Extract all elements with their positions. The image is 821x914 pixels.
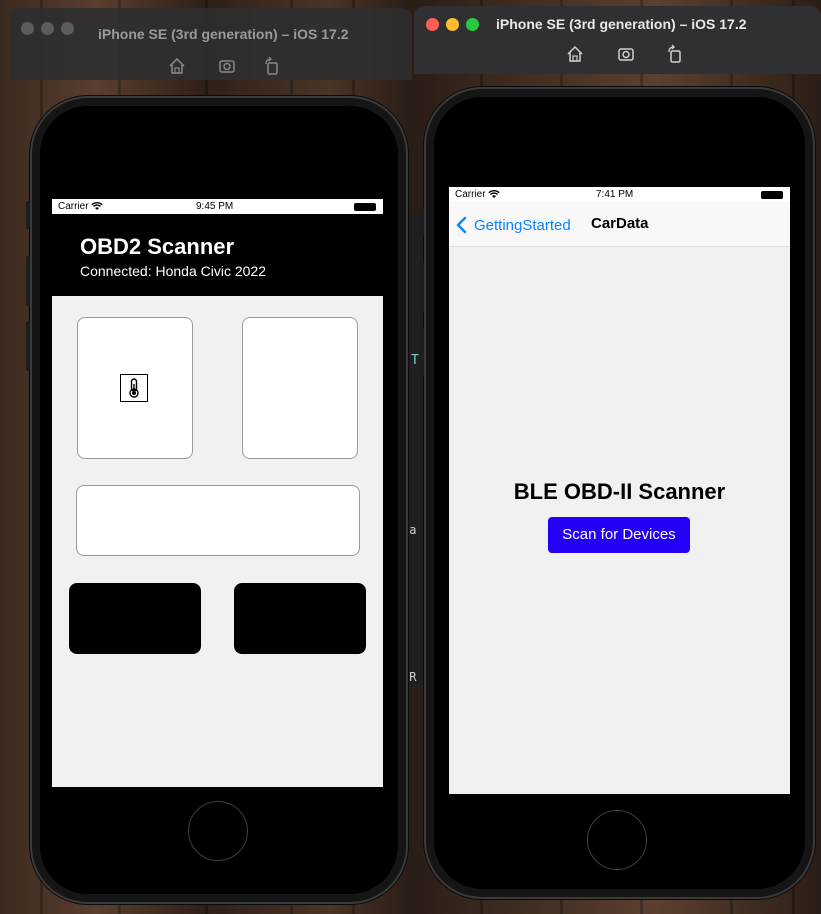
screenshot-icon[interactable] [217, 56, 237, 76]
header: OBD2 Scanner Connected: Honda Civic 2022 [52, 214, 383, 296]
screenshot-icon[interactable] [616, 44, 636, 64]
zoom-window-button[interactable] [466, 18, 479, 31]
close-window-button[interactable] [426, 18, 439, 31]
volume-down-button [26, 321, 30, 371]
status-bar: Carrier 7:41 PM [449, 187, 790, 202]
minimize-window-button[interactable] [41, 22, 54, 35]
zoom-window-button[interactable] [61, 22, 74, 35]
wide-data-panel[interactable] [76, 485, 360, 556]
status-time: 7:41 PM [596, 189, 634, 200]
battery-icon [761, 191, 783, 199]
rotate-icon[interactable] [665, 44, 685, 64]
temperature-tile[interactable] [77, 317, 193, 459]
left-window-titlebar[interactable]: iPhone SE (3rd generation) – iOS 17.2 [10, 8, 412, 80]
home-button[interactable] [587, 810, 647, 870]
thermometer-icon [120, 374, 148, 402]
right-device-frame: Carrier 7:41 PM GettingStarted CarData B… [420, 87, 815, 899]
minimize-window-button[interactable] [446, 18, 459, 31]
battery-icon [354, 203, 376, 211]
volume-down-button [420, 327, 424, 377]
back-button[interactable]: GettingStarted [455, 214, 571, 236]
volume-up-button [420, 262, 424, 312]
connection-status: Connected: Honda Civic 2022 [80, 263, 267, 279]
wifi-icon [488, 189, 500, 198]
left-device-frame: Carrier 9:45 PM OBD2 Scanner Connected: … [26, 96, 408, 904]
app-title: OBD2 Scanner [80, 234, 235, 259]
nav-title: CarData [591, 215, 649, 232]
mute-switch [26, 201, 30, 229]
status-bar: Carrier 9:45 PM [52, 199, 383, 214]
action-button-right[interactable] [234, 583, 366, 654]
mute-switch [420, 207, 424, 235]
home-icon[interactable] [167, 56, 187, 76]
window-title: iPhone SE (3rd generation) – iOS 17.2 [496, 16, 747, 32]
navigation-bar: GettingStarted CarData [449, 202, 790, 247]
chevron-left-icon [456, 216, 467, 234]
right-simulator-window: iPhone SE (3rd generation) – iOS 17.2 Ca… [414, 0, 821, 914]
volume-up-button [26, 256, 30, 306]
rotate-icon[interactable] [262, 56, 282, 76]
carrier-label: Carrier [455, 189, 486, 200]
carrier-label: Carrier [58, 201, 89, 212]
close-window-button[interactable] [21, 22, 34, 35]
data-tile[interactable] [242, 317, 358, 459]
right-device-screen: Carrier 7:41 PM GettingStarted CarData B… [449, 187, 790, 794]
back-button-label: GettingStarted [474, 216, 571, 234]
scan-button[interactable]: Scan for Devices [548, 517, 690, 553]
window-title: iPhone SE (3rd generation) – iOS 17.2 [98, 26, 349, 42]
status-time: 9:45 PM [196, 201, 234, 212]
home-icon[interactable] [565, 44, 585, 64]
right-window-titlebar[interactable]: iPhone SE (3rd generation) – iOS 17.2 [414, 6, 821, 74]
left-device-screen: Carrier 9:45 PM OBD2 Scanner Connected: … [52, 199, 383, 787]
wifi-icon [91, 201, 103, 210]
left-simulator-window: iPhone SE (3rd generation) – iOS 17.2 Ca… [10, 8, 412, 914]
home-button[interactable] [188, 801, 248, 861]
scanner-heading: BLE OBD-II Scanner [513, 479, 726, 504]
action-button-left[interactable] [69, 583, 201, 654]
